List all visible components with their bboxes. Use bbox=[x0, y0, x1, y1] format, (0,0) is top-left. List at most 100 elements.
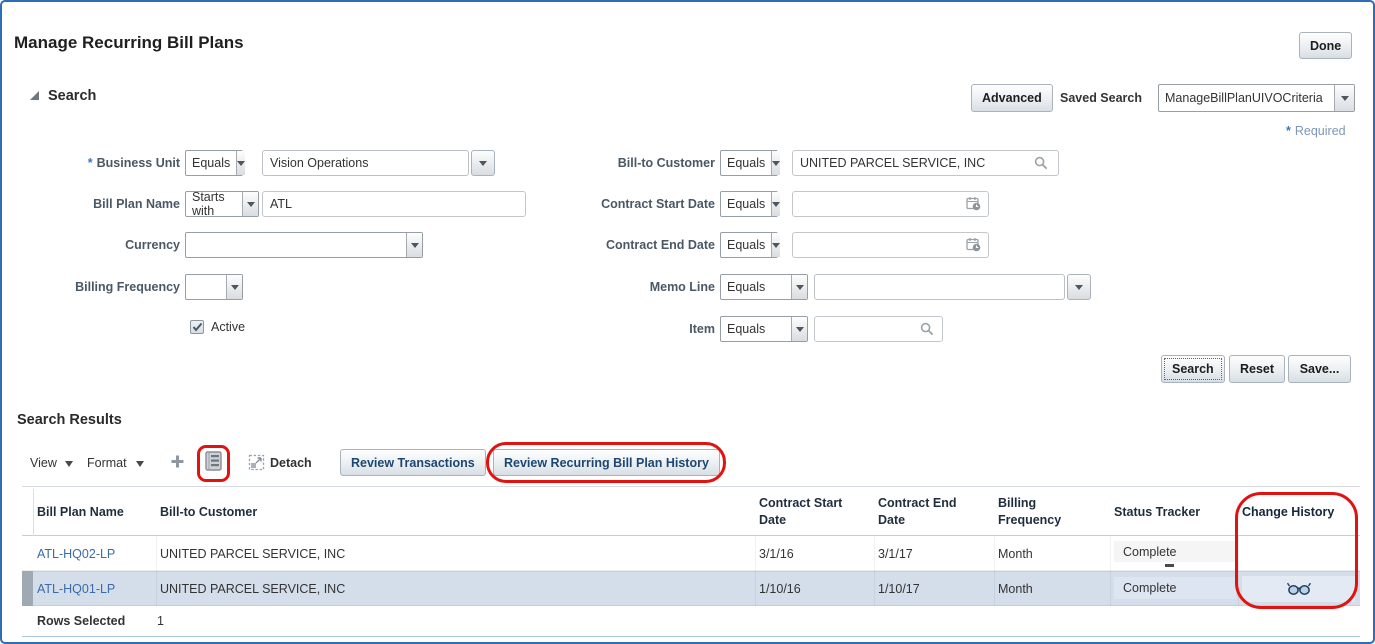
bill-to-customer-cell: UNITED PARCEL SERVICE, INC bbox=[160, 581, 346, 596]
date-picker-icon[interactable] bbox=[966, 237, 981, 252]
bill-to-customer-label: Bill-to Customer bbox=[617, 156, 715, 170]
contract-start-date-label: Contract Start Date bbox=[601, 197, 715, 211]
detach-button[interactable]: Detach bbox=[270, 456, 312, 470]
search-button[interactable]: Search bbox=[1161, 355, 1225, 383]
query-by-example-icon[interactable] bbox=[205, 451, 222, 471]
billing-frequency-select[interactable] bbox=[185, 274, 243, 300]
contract-start-date-operator-select[interactable]: Equals bbox=[720, 191, 781, 217]
manage-recurring-bill-plans-window: Manage Recurring Bill Plans Done Search … bbox=[0, 0, 1375, 644]
chevron-down-icon[interactable] bbox=[136, 461, 144, 467]
currency-select[interactable] bbox=[185, 232, 423, 258]
column-divider bbox=[755, 536, 756, 606]
table-top-border bbox=[22, 486, 1360, 487]
bill-plan-name-input[interactable] bbox=[262, 191, 526, 217]
dropdown-caret-icon[interactable] bbox=[791, 317, 807, 341]
bill-plan-name-link[interactable]: ATL-HQ01-LP bbox=[37, 571, 115, 606]
row-selection-strip[interactable] bbox=[22, 571, 33, 606]
dropdown-caret-icon[interactable] bbox=[471, 150, 495, 176]
glasses-icon[interactable] bbox=[1286, 582, 1312, 596]
billing-frequency-cell: Month bbox=[998, 546, 1033, 561]
status-tracker-tick bbox=[1165, 564, 1174, 567]
date-picker-icon[interactable] bbox=[966, 196, 981, 211]
saved-search-label: Saved Search bbox=[1060, 91, 1142, 105]
contract-start-cell: 1/10/16 bbox=[759, 581, 801, 596]
dropdown-caret-icon[interactable] bbox=[771, 233, 781, 257]
status-tracker-badge: Complete bbox=[1114, 541, 1236, 562]
column-header-contract-start-date[interactable]: Contract Start Date bbox=[759, 489, 859, 535]
column-header-status-tracker[interactable]: Status Tracker bbox=[1114, 489, 1229, 535]
required-note: * Required bbox=[1286, 124, 1346, 138]
billing-frequency-label: Billing Frequency bbox=[75, 280, 180, 294]
saved-search-select[interactable]: ManageBillPlanUIVOCriteria bbox=[1158, 84, 1355, 112]
column-header-change-history[interactable]: Change History bbox=[1242, 489, 1357, 535]
review-recurring-bill-plan-history-button[interactable]: Review Recurring Bill Plan History bbox=[493, 449, 720, 476]
item-label: Item bbox=[689, 322, 715, 336]
contract-start-cell: 3/1/16 bbox=[759, 546, 794, 561]
search-icon[interactable] bbox=[920, 322, 934, 336]
reset-button[interactable]: Reset bbox=[1229, 355, 1286, 383]
section-expanded-icon[interactable] bbox=[30, 91, 39, 100]
bill-plan-name-link[interactable]: ATL-HQ02-LP bbox=[37, 536, 115, 571]
search-results-heading: Search Results bbox=[17, 412, 122, 428]
save-button[interactable]: Save... bbox=[1288, 355, 1351, 383]
done-button[interactable]: Done bbox=[1299, 32, 1353, 59]
dropdown-caret-icon[interactable] bbox=[406, 233, 422, 257]
format-menu[interactable]: Format bbox=[87, 456, 127, 470]
view-menu[interactable]: View bbox=[30, 456, 57, 470]
checkmark-icon bbox=[192, 322, 202, 332]
search-icon[interactable] bbox=[1034, 156, 1048, 170]
column-header-billing-frequency[interactable]: Billing Frequency bbox=[998, 489, 1078, 535]
bill-plan-name-operator-select[interactable]: Starts with bbox=[185, 190, 259, 218]
business-unit-label: * Business Unit bbox=[87, 156, 180, 170]
contract-end-date-input[interactable] bbox=[792, 232, 989, 258]
column-divider bbox=[156, 536, 157, 606]
column-header-bill-to-customer[interactable]: Bill-to Customer bbox=[160, 489, 740, 535]
currency-label: Currency bbox=[125, 238, 180, 252]
bill-plan-name-label: Bill Plan Name bbox=[93, 197, 180, 211]
chevron-down-icon[interactable] bbox=[65, 461, 73, 467]
active-checkbox-label: Active bbox=[211, 320, 246, 334]
dropdown-caret-icon[interactable] bbox=[242, 192, 258, 216]
dropdown-caret-icon[interactable] bbox=[771, 192, 781, 216]
dropdown-caret-icon[interactable] bbox=[226, 275, 242, 299]
add-icon[interactable] bbox=[170, 454, 185, 469]
dropdown-caret-icon[interactable] bbox=[236, 151, 246, 175]
business-unit-combobox[interactable]: Vision Operations bbox=[262, 150, 495, 176]
saved-search-value: ManageBillPlanUIVOCriteria bbox=[1165, 91, 1323, 105]
column-divider bbox=[1238, 536, 1239, 606]
column-header-contract-end-date[interactable]: Contract End Date bbox=[878, 489, 978, 535]
memo-line-combobox[interactable] bbox=[814, 274, 1091, 300]
dropdown-caret-icon[interactable] bbox=[1067, 274, 1091, 300]
business-unit-operator-select[interactable]: Equals bbox=[185, 150, 246, 176]
table-bottom-border bbox=[22, 636, 1360, 637]
memo-line-label: Memo Line bbox=[649, 280, 715, 294]
advanced-button[interactable]: Advanced bbox=[971, 84, 1053, 112]
column-divider bbox=[1110, 536, 1111, 606]
column-divider bbox=[994, 536, 995, 606]
item-operator-select[interactable]: Equals bbox=[720, 316, 808, 342]
active-checkbox[interactable] bbox=[190, 320, 204, 334]
change-history-cell[interactable] bbox=[1242, 576, 1355, 602]
review-transactions-button[interactable]: Review Transactions bbox=[340, 449, 486, 476]
rows-selected-label: Rows Selected bbox=[37, 614, 126, 628]
contract-end-cell: 3/1/17 bbox=[878, 546, 913, 561]
status-tracker-badge: Complete bbox=[1114, 577, 1236, 599]
bill-to-customer-operator-select[interactable]: Equals bbox=[720, 150, 781, 176]
contract-end-date-operator-select[interactable]: Equals bbox=[720, 232, 781, 258]
search-section-heading: Search bbox=[48, 88, 97, 104]
billing-frequency-cell: Month bbox=[998, 581, 1033, 596]
dropdown-caret-icon[interactable] bbox=[1334, 85, 1354, 111]
rows-selected-value: 1 bbox=[157, 614, 164, 628]
column-header-bill-plan-name[interactable]: Bill Plan Name bbox=[37, 489, 152, 535]
dropdown-caret-icon[interactable] bbox=[771, 151, 781, 175]
contract-start-date-input[interactable] bbox=[792, 191, 989, 217]
required-asterisk: * bbox=[87, 156, 93, 170]
column-divider bbox=[874, 536, 875, 606]
contract-end-cell: 1/10/17 bbox=[878, 581, 920, 596]
bill-to-customer-cell: UNITED PARCEL SERVICE, INC bbox=[160, 546, 346, 561]
required-asterisk: * bbox=[1286, 124, 1291, 138]
dropdown-caret-icon[interactable] bbox=[791, 275, 807, 299]
memo-line-operator-select[interactable]: Equals bbox=[720, 274, 808, 300]
detach-icon[interactable] bbox=[248, 454, 265, 471]
bill-to-customer-input[interactable] bbox=[792, 150, 1059, 176]
